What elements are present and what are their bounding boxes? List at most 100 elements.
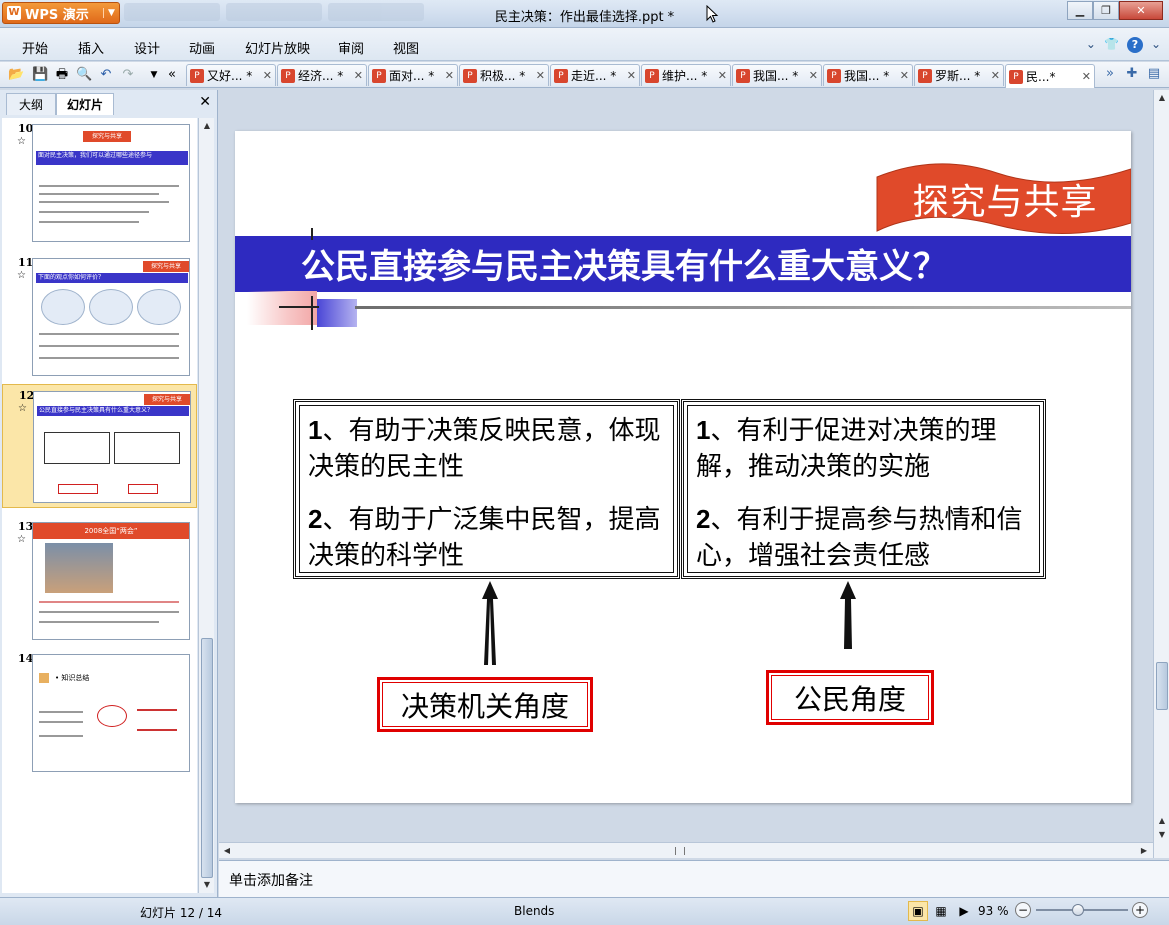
slide-thumbnail-11[interactable]: 11 ☆ 探究与共享 下面的观点你如何评价？ <box>2 252 197 378</box>
chevron-down-icon[interactable]: ⌄ <box>1151 37 1161 53</box>
zoom-in-button[interactable]: + <box>1132 902 1148 918</box>
close-tab-icon[interactable]: ✕ <box>445 69 454 82</box>
doc-tab[interactable]: P 面对... * ✕ <box>368 64 458 86</box>
slide-title[interactable]: 公民直接参与民主决策具有什么重大意义？ <box>301 239 947 288</box>
slide-thumbnail-list: 10 ☆ 探究与共享 面对民主决策，我们可以通过哪些途径参与 11 ☆ 探究与共… <box>2 118 197 893</box>
undo-icon[interactable]: ↶ <box>98 67 114 83</box>
doc-tab[interactable]: P 积极... * ✕ <box>459 64 549 86</box>
ppt-file-icon: P <box>372 68 386 83</box>
label-citizen[interactable]: 公民角度 <box>766 670 934 725</box>
next-slide-icon[interactable]: ▼ <box>1155 828 1169 842</box>
redo-icon[interactable]: ↷ <box>120 67 136 83</box>
scroll-down-icon[interactable]: ▼ <box>200 878 214 892</box>
title-bar: W WPS 演示 ▼ 民主决策：作出最佳选择.ppt * ▁ ❐ ✕ <box>0 0 1169 28</box>
zoom-slider-handle[interactable] <box>1072 904 1084 916</box>
minimize-button[interactable]: ▁ <box>1067 1 1093 20</box>
doc-tab[interactable]: P 我国... * ✕ <box>732 64 822 86</box>
horizontal-scrollbar[interactable]: ◀ ▶ <box>219 842 1153 858</box>
scrollbar-thumb[interactable] <box>1156 662 1168 710</box>
chevron-down-icon[interactable]: ⌄ <box>1086 37 1096 53</box>
zoom-level[interactable]: 93 % <box>978 904 1009 918</box>
scrollbar-thumb[interactable] <box>201 638 213 878</box>
doc-tab[interactable]: P 我国... * ✕ <box>823 64 913 86</box>
scroll-up-icon[interactable]: ▲ <box>1155 91 1169 105</box>
ribbon-text: 探究与共享 <box>912 182 1098 223</box>
left-text-box[interactable]: 1、有助于决策反映民意，体现决策的民主性 2、有助于广泛集中民智，提高决策的科学… <box>293 399 680 579</box>
close-tab-icon[interactable]: ✕ <box>809 69 818 82</box>
scroll-up-icon[interactable]: ▲ <box>200 119 214 133</box>
close-tab-icon[interactable]: ✕ <box>263 69 272 82</box>
slide-thumbnail-12[interactable]: 12 ☆ 探究与共享 公民直接参与民主决策具有什么重大意义？ <box>2 384 197 508</box>
normal-view-icon[interactable]: ▣ <box>908 901 928 921</box>
tab-scroll-left-icon[interactable]: « <box>164 67 180 83</box>
animation-star-icon: ☆ <box>17 136 26 147</box>
animation-star-icon: ☆ <box>18 403 27 414</box>
close-tab-icon[interactable]: ✕ <box>900 69 909 82</box>
new-tab-icon[interactable]: ✚ <box>1123 65 1141 83</box>
menu-animation[interactable]: 动画 <box>189 38 215 57</box>
vertical-scrollbar[interactable]: ▲ ▲ ▼ <box>1153 90 1169 858</box>
slides-panel-scrollbar[interactable]: ▲ ▼ <box>198 118 214 893</box>
slide-thumbnail-14[interactable]: 14 • 知识总结 <box>2 648 197 774</box>
scroll-left-icon[interactable]: ◀ <box>220 844 234 858</box>
tab-bar-right: » ✚ ▤ <box>1101 65 1163 83</box>
tab-scroll-right-icon[interactable]: » <box>1101 65 1119 83</box>
menu-design[interactable]: 设计 <box>134 38 160 57</box>
status-bar: 幻灯片 12 / 14 Blends ▣ ▦ ▶ 93 % − + <box>0 897 1169 925</box>
shirt-skin-icon[interactable]: 👕 <box>1104 37 1119 53</box>
slide-canvas[interactable]: 探究与共享 公民直接参与民主决策具有什么重大意义？ 1、有助于决策反映民意，体现… <box>235 131 1131 803</box>
animation-star-icon: ☆ <box>17 534 26 545</box>
menu-slideshow[interactable]: 幻灯片放映 <box>245 38 310 57</box>
save-icon[interactable]: 💾 <box>32 67 48 83</box>
doc-tab[interactable]: P 维护... * ✕ <box>641 64 731 86</box>
menu-home[interactable]: 开始 <box>22 38 48 57</box>
print-preview-icon[interactable]: 🔍 <box>76 67 92 83</box>
right-text-box[interactable]: 1、有利于促进对决策的理解，推动决策的实施 2、有利于提高参与热情和信心，增强社… <box>681 399 1046 579</box>
open-folder-icon[interactable]: 📂 <box>8 67 24 83</box>
mouse-cursor-icon <box>706 5 719 23</box>
close-tab-icon[interactable]: ✕ <box>718 69 727 82</box>
notes-placeholder: 单击添加备注 <box>229 873 313 889</box>
close-panel-icon[interactable]: ✕ <box>199 94 211 110</box>
close-tab-icon[interactable]: ✕ <box>991 69 1000 82</box>
scrollbar-grip[interactable] <box>675 847 685 855</box>
ppt-file-icon: P <box>1009 69 1023 84</box>
chevron-down-icon[interactable]: ▼ <box>146 67 162 83</box>
slide-thumbnail-13[interactable]: 13 ☆ 2008全国“两会” <box>2 516 197 642</box>
ppt-file-icon: P <box>827 68 841 83</box>
notes-pane[interactable]: 单击添加备注 <box>219 860 1169 897</box>
menu-review[interactable]: 审阅 <box>338 38 364 57</box>
tab-slides[interactable]: 幻灯片 <box>56 93 114 115</box>
close-tab-icon[interactable]: ✕ <box>627 69 636 82</box>
slide-sorter-icon[interactable]: ▦ <box>931 901 951 921</box>
zoom-out-button[interactable]: − <box>1015 902 1031 918</box>
close-window-button[interactable]: ✕ <box>1119 1 1163 20</box>
animation-star-icon: ☆ <box>17 270 26 281</box>
doc-tab[interactable]: P 罗斯... * ✕ <box>914 64 1004 86</box>
menu-bar: 开始 插入 设计 动画 幻灯片放映 审阅 视图 ⌄ 👕 ? ⌄ <box>0 28 1169 61</box>
ppt-file-icon: P <box>554 68 568 83</box>
close-tab-icon[interactable]: ✕ <box>536 69 545 82</box>
decor-gradient-block <box>247 291 317 325</box>
doc-tab-active[interactable]: P 民...* ✕ <box>1005 64 1095 88</box>
doc-tab[interactable]: P 又好... * ✕ <box>186 64 276 86</box>
up-arrow-icon <box>840 581 856 649</box>
slide-thumbnail-10[interactable]: 10 ☆ 探究与共享 面对民主决策，我们可以通过哪些途径参与 <box>2 118 197 244</box>
doc-tab[interactable]: P 经济... * ✕ <box>277 64 367 86</box>
menu-view[interactable]: 视图 <box>393 38 419 57</box>
tab-list-icon[interactable]: ▤ <box>1145 65 1163 83</box>
scroll-right-icon[interactable]: ▶ <box>1137 844 1151 858</box>
slideshow-icon[interactable]: ▶ <box>954 901 974 921</box>
label-decision-organ[interactable]: 决策机关角度 <box>377 677 593 732</box>
document-tabs: P 又好... * ✕ P 经济... * ✕ P 面对... * ✕ P 积极... * ✕ … <box>186 64 1096 88</box>
print-icon[interactable]: 🖶 <box>54 67 70 83</box>
tab-outline[interactable]: 大纲 <box>6 93 56 115</box>
close-tab-icon[interactable]: ✕ <box>1082 70 1091 83</box>
prev-slide-icon[interactable]: ▲ <box>1155 814 1169 828</box>
view-switcher: ▣ ▦ ▶ <box>908 901 974 921</box>
doc-tab[interactable]: P 走近... * ✕ <box>550 64 640 86</box>
menu-insert[interactable]: 插入 <box>78 38 104 57</box>
close-tab-icon[interactable]: ✕ <box>354 69 363 82</box>
maximize-button[interactable]: ❐ <box>1093 1 1119 20</box>
help-icon[interactable]: ? <box>1126 37 1143 53</box>
